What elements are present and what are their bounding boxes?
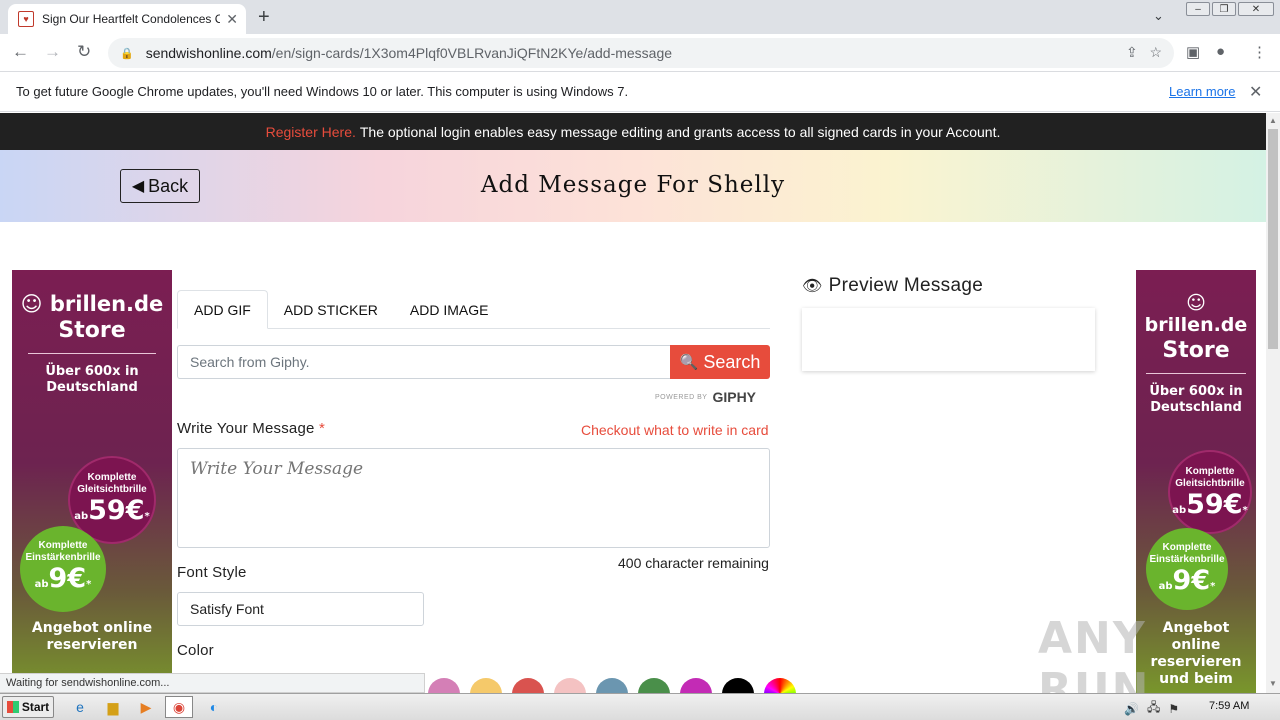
register-link[interactable]: Register Here. [266,124,356,140]
color-swatch[interactable] [596,678,628,693]
giphy-search: 🔍 Search [177,345,770,379]
chevron-down-icon[interactable]: ⌄ [1153,8,1164,24]
url-text: sendwishonline.com/en/sign-cards/1X3om4P… [145,45,673,61]
new-tab-icon[interactable]: + [258,6,270,29]
preview-card [802,308,1095,371]
menu-kebab-icon[interactable]: ⋮ [1252,43,1267,61]
browser-tab[interactable]: ♥ Sign Our Heartfelt Condolences Card ✕ [8,4,246,34]
forward-arrow-icon[interactable]: → [44,42,61,62]
ad-headline: Über 600x in Deutschland [45,364,139,395]
system-tray: 🔊 🖧 ⚑ [1124,698,1187,719]
heart-icon: ♥ [18,11,34,27]
media-player-icon[interactable]: ▶ [134,697,158,717]
volume-icon[interactable]: 🔊 [1124,702,1139,716]
media-tabs: ADD GIF ADD STICKER ADD IMAGE [177,290,770,329]
message-textarea[interactable] [177,448,770,548]
reload-icon[interactable]: ↻ [77,42,91,62]
infobar-message: To get future Google Chrome updates, you… [16,84,629,99]
lock-icon: 🔒 [120,47,134,60]
network-icon[interactable]: 🖧 [1147,698,1160,719]
page-viewport: Register Here. The optional login enable… [0,113,1266,693]
color-swatch[interactable] [554,678,586,693]
add-message-form: ADD GIF ADD STICKER ADD IMAGE 🔍 Search P… [172,270,796,693]
checkout-link[interactable]: Checkout what to write in card [581,422,769,438]
learn-more-link[interactable]: Learn more [1169,84,1235,99]
back-label: Back [148,175,189,196]
tab-title: Sign Our Heartfelt Condolences Card [42,12,220,26]
ad-brand: ☺ brillen.de [1144,292,1248,336]
ad-store: Store [1162,338,1230,363]
status-bar: Waiting for sendwishonline.com... [0,673,425,693]
register-banner: Register Here. The optional login enable… [0,113,1266,150]
browser-tab-bar: ♥ Sign Our Heartfelt Condolences Card ✕ … [0,0,1280,34]
restore-icon[interactable]: ❐ [1212,2,1236,16]
char-counter: 400 character remaining [618,555,769,571]
color-swatch[interactable] [638,678,670,693]
color-swatch[interactable] [722,678,754,693]
color-swatch[interactable] [680,678,712,693]
ie-icon[interactable]: e [68,697,92,717]
minimize-icon[interactable]: – [1186,2,1210,16]
address-bar[interactable]: 🔒 sendwishonline.com/en/sign-cards/1X3om… [108,38,1174,68]
back-arrow-icon[interactable]: ← [12,42,29,62]
page-header: Add Message For Shelly ◀ Back [0,150,1266,222]
side-panel-icon[interactable]: ▣ [1186,43,1200,61]
scroll-down-icon[interactable]: ▼ [1269,679,1277,688]
ad-banner-left[interactable]: ☺ brillen.de Store Über 600x in Deutschl… [12,270,172,693]
windows-flag-icon [6,701,19,713]
back-button[interactable]: ◀ Back [120,169,200,203]
color-swatch[interactable] [470,678,502,693]
giphy-attribution: POWERED BY GIPHY [655,389,757,405]
page-scrollbar[interactable]: ▲ ▼ [1266,113,1280,693]
ad-brand: ☺ brillen.de [20,292,164,316]
chrome-icon[interactable]: ◉ [165,696,193,718]
start-button[interactable]: Start [2,696,54,718]
close-window-icon[interactable]: ✕ [1238,2,1274,16]
edge-icon[interactable]: ◐ [202,697,226,717]
ad-store: Store [58,318,126,343]
message-label: Write Your Message * [177,420,325,437]
scrollbar-thumb[interactable] [1268,129,1278,349]
search-icon: 🔍 [679,354,699,371]
color-label: Color [177,642,214,659]
font-style-select[interactable]: Satisfy Font [177,592,424,626]
ad-offer-einstaerken: Komplette Einstärkenbrille ab9€* [1146,528,1228,610]
close-infobar-icon[interactable]: ✕ [1249,82,1262,102]
tab-add-gif[interactable]: ADD GIF [177,290,268,329]
register-text: The optional login enables easy message … [359,123,1001,140]
profile-icon[interactable]: ● [1216,43,1225,60]
tab-add-image[interactable]: ADD IMAGE [394,290,505,329]
clock: 7:59 AM [1209,700,1250,712]
font-style-label: Font Style [177,564,247,581]
anyrun-watermark: ANY RUN [1038,613,1151,693]
arrow-left-icon: ◀ [131,178,145,195]
browser-toolbar: ← → ↻ 🔒 sendwishonline.com/en/sign-cards… [0,34,1280,72]
ad-offer-einstaerken: Komplette Einstärkenbrille ab9€* [20,526,106,612]
ad-divider [28,353,156,354]
ad-headline: Über 600x in Deutschland [1149,384,1243,415]
search-button[interactable]: 🔍 Search [670,345,770,379]
update-infobar: To get future Google Chrome updates, you… [0,72,1280,112]
giphy-search-input[interactable] [177,345,670,379]
color-swatch[interactable] [512,678,544,693]
tab-add-sticker[interactable]: ADD STICKER [268,290,394,329]
share-star-icons[interactable]: ⇪ ☆ [1126,44,1162,61]
color-swatch[interactable] [428,678,460,693]
color-picker-icon[interactable] [764,678,796,693]
scroll-up-icon[interactable]: ▲ [1269,116,1277,125]
preview-heading: 👁 Preview Message [802,275,984,296]
color-swatches [428,678,806,693]
windows-taskbar: Start e ▆ ▶ ◉ ◐ 🔊 🖧 ⚑ 7:59 AM [0,693,1280,720]
ad-divider [1146,373,1246,374]
eye-icon: 👁 [802,278,823,295]
folder-icon[interactable]: ▆ [101,697,125,717]
action-center-icon[interactable]: ⚑ [1168,702,1179,716]
ad-offer-gleitsicht: Komplette Gleitsichtbrille ab59€* [1168,450,1252,534]
ad-footer: Angebot online reservieren [31,620,153,653]
close-tab-icon[interactable]: ✕ [226,11,238,28]
